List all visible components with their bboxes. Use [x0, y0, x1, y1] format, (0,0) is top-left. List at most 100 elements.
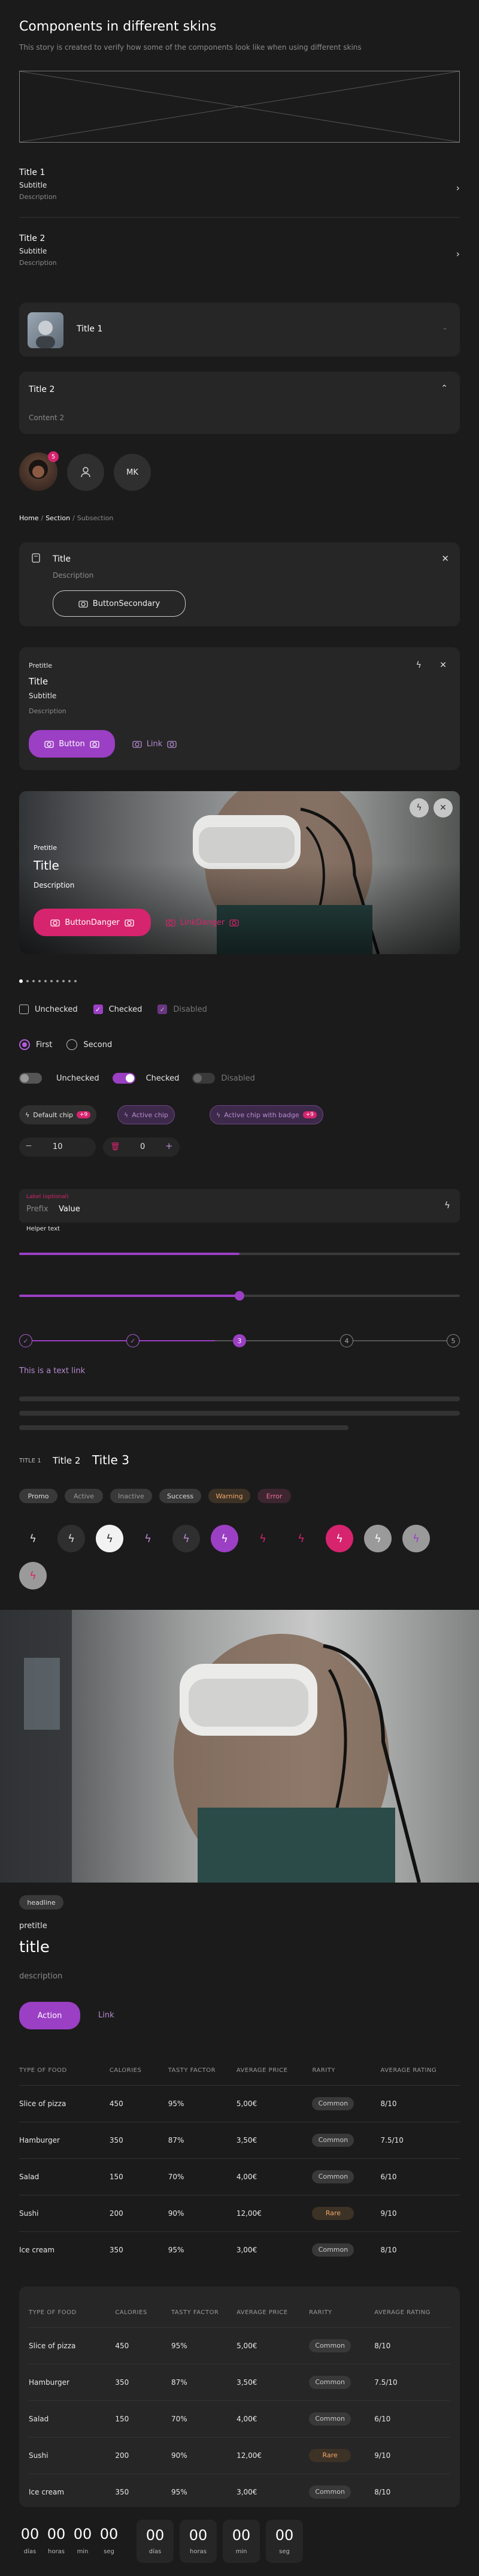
card-title: Title [34, 858, 59, 873]
text-field[interactable]: Label (optional) Prefix Value ϟ [19, 1189, 460, 1223]
table-cell: 5,00€ [237, 2341, 257, 2350]
link-danger[interactable]: LinkDanger [160, 909, 244, 936]
minus-icon[interactable]: − [25, 1141, 32, 1151]
avatar[interactable]: 5 [19, 451, 59, 491]
button-danger[interactable]: ButtonDanger [34, 909, 151, 936]
lightning-icon[interactable]: ϟ [172, 1525, 200, 1552]
user-icon [81, 467, 90, 478]
list-title: Title 2 [19, 234, 46, 243]
chip-label: Active chip with badge [224, 1111, 299, 1119]
chip-default[interactable]: ϟ Default chip +9 [19, 1105, 97, 1124]
field-label: Label (optional) [26, 1194, 69, 1200]
list-item[interactable]: Title 1 Subtitle Description › [19, 168, 460, 216]
lightning-icon[interactable]: ϟ [410, 798, 429, 818]
button-primary[interactable]: Button [29, 730, 115, 758]
lightning-icon[interactable]: ϟ [57, 1525, 85, 1552]
accordion-item[interactable]: Title 1 ⌄ [19, 303, 460, 357]
text-link[interactable]: This is a text link [19, 1367, 85, 1376]
radio-checked[interactable] [19, 1039, 30, 1050]
checkbox-unchecked[interactable] [19, 1005, 29, 1014]
table-cell: Ice cream [19, 2245, 55, 2254]
carousel-dot[interactable] [62, 980, 65, 982]
table-header: AVERAGE PRICE [237, 2309, 288, 2316]
table-cell: Salad [29, 2414, 49, 2423]
chip-active[interactable]: ϟ Active chip [117, 1105, 175, 1124]
lightning-icon[interactable]: ϟ [249, 1525, 277, 1552]
table-header: AVERAGE RATING [380, 2067, 437, 2074]
table-cell: 350 [109, 2135, 123, 2144]
lightning-icon[interactable]: ϟ [211, 1525, 238, 1552]
action-button[interactable]: Action [19, 2002, 80, 2029]
avatar-placeholder[interactable] [67, 454, 104, 491]
slider[interactable] [19, 1291, 460, 1301]
close-icon[interactable]: ✕ [441, 553, 449, 564]
step-complete[interactable]: ✓ [126, 1334, 140, 1347]
lightning-icon[interactable]: ϟ [134, 1525, 162, 1552]
camera-icon [50, 918, 60, 927]
carousel-dot[interactable] [74, 980, 77, 982]
switch-on[interactable] [112, 1073, 135, 1084]
step-complete[interactable]: ✓ [19, 1334, 32, 1347]
lightning-icon[interactable]: ϟ [416, 660, 422, 670]
carousel-dot[interactable] [38, 980, 41, 982]
radio-unchecked[interactable] [66, 1039, 78, 1050]
lightning-icon[interactable]: ϟ [326, 1525, 353, 1552]
carousel-dot[interactable] [26, 980, 29, 982]
carousel-dot[interactable] [68, 980, 71, 982]
carousel-dot[interactable] [32, 980, 35, 982]
plus-icon[interactable]: + [165, 1141, 173, 1151]
avatar-initials[interactable]: MK [114, 454, 151, 491]
link-button[interactable]: Link [125, 730, 184, 758]
table-row-divider [19, 2231, 460, 2232]
lightning-icon[interactable]: ϟ [19, 1562, 47, 1589]
lightning-icon[interactable]: ϟ [19, 1525, 47, 1552]
table-cell: Sushi [29, 2451, 48, 2460]
lightning-icon[interactable]: ϟ [287, 1525, 315, 1552]
table-cell: 5,00€ [236, 2099, 257, 2108]
countdown-label: seg [279, 2548, 290, 2555]
rarity-tag: Common [309, 2339, 351, 2352]
breadcrumb-section[interactable]: Section [46, 514, 70, 522]
lightning-icon[interactable]: ϟ [96, 1525, 123, 1552]
accordion-item-expanded[interactable]: Title 2 ⌃ Content 2 [19, 372, 460, 434]
carousel-dot[interactable] [44, 980, 47, 982]
camera-icon [90, 740, 99, 748]
lightning-icon[interactable]: ϟ [402, 1525, 430, 1552]
countdown-label: horas [190, 2548, 207, 2555]
switch-off[interactable] [19, 1073, 42, 1084]
slider-handle[interactable] [235, 1291, 244, 1301]
lightning-icon[interactable]: ϟ [364, 1525, 392, 1552]
table-cell: 4,00€ [237, 2414, 257, 2423]
close-icon[interactable]: ✕ [433, 798, 453, 818]
step-pending[interactable]: 4 [340, 1334, 353, 1347]
carousel-dot[interactable] [56, 980, 59, 982]
card-description: Description [34, 881, 75, 889]
divider [19, 217, 460, 218]
card-description: Description [29, 707, 66, 715]
table-cell: 450 [109, 2099, 123, 2108]
table-cell: Slice of pizza [19, 2099, 66, 2108]
lightning-icon[interactable]: ϟ [444, 1200, 450, 1211]
button-secondary[interactable]: ButtonSecondary [53, 590, 186, 617]
list-item[interactable]: Title 2 Subtitle Description › [19, 234, 460, 282]
breadcrumb-home[interactable]: Home [19, 514, 38, 522]
chip-active-badge[interactable]: ϟ Active chip with badge +9 [210, 1105, 323, 1124]
checkbox-label: Disabled [173, 1005, 207, 1014]
table-header: TYPE OF FOOD [29, 2309, 77, 2316]
carousel-dot[interactable] [19, 979, 23, 983]
carousel-dot[interactable] [50, 980, 53, 982]
hero-image [0, 1610, 479, 1883]
checkbox-checked[interactable]: ✓ [93, 1005, 103, 1014]
close-icon[interactable]: ✕ [439, 660, 447, 670]
trash-icon[interactable]: 🗑 [110, 1142, 120, 1151]
skeleton-line [19, 1411, 460, 1416]
countdown-label: min [77, 2548, 89, 2555]
breadcrumb-current: Subsection [77, 514, 114, 522]
hero-link[interactable]: Link [98, 2011, 114, 2020]
breadcrumb-separator: / [41, 514, 44, 522]
image-placeholder [19, 71, 460, 143]
callout-title: Title [53, 554, 71, 564]
table-cell: 9/10 [374, 2451, 391, 2460]
step-current[interactable]: 3 [233, 1334, 246, 1347]
step-pending[interactable]: 5 [447, 1334, 460, 1347]
